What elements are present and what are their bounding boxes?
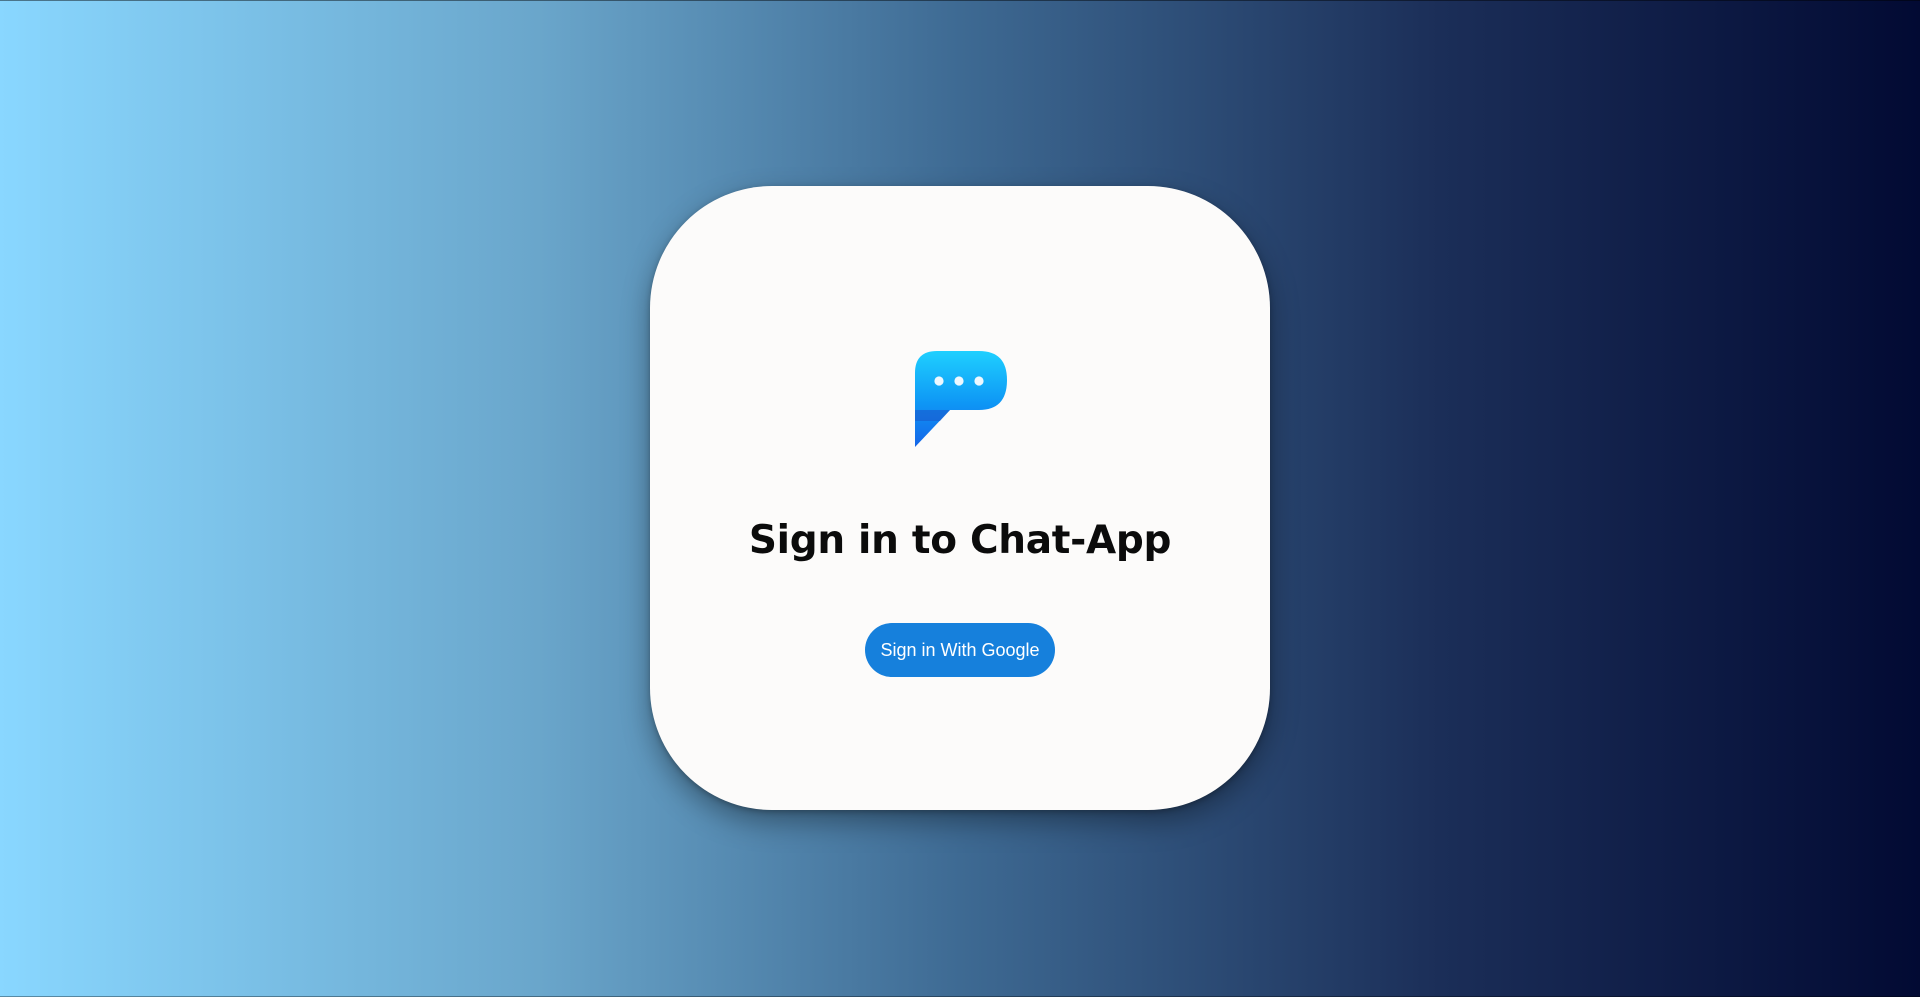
login-page: { "app": { "logo_icon": "chat-bubble-ico… <box>0 0 1920 997</box>
window-top-border <box>0 0 1920 1</box>
page-title: Sign in to Chat-App <box>748 518 1172 563</box>
login-card: Sign in to Chat-App Sign in With Google <box>650 186 1270 810</box>
google-sign-in-button[interactable]: Sign in With Google <box>865 623 1055 677</box>
chat-bubble-icon <box>915 351 1007 447</box>
